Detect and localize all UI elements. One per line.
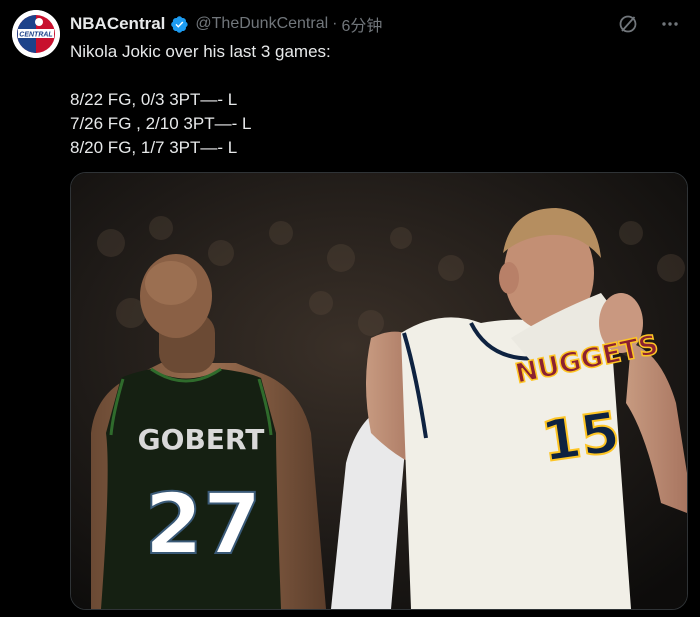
- more-icon[interactable]: [660, 14, 680, 34]
- right-jersey-number: 15: [538, 400, 624, 475]
- tweet-line: 7/26 FG , 2/10 3PT—- L: [70, 114, 252, 133]
- author-handle[interactable]: @TheDunkCentral: [195, 15, 328, 33]
- tweet-line: 8/20 FG, 1/7 3PT—- L: [70, 138, 238, 157]
- photo-illustration: GOBERT 27 NUGGETS 15: [71, 173, 687, 609]
- separator-dot: ·: [332, 15, 338, 32]
- avatar[interactable]: CENTRAL: [12, 10, 60, 58]
- left-jersey-number: 27: [145, 475, 262, 573]
- tweet-time[interactable]: 6分钟: [341, 12, 382, 36]
- tweet-line: Nikola Jokic over his last 3 games:: [70, 42, 331, 61]
- left-jersey-name: GOBERT: [138, 423, 265, 456]
- tweet-line: 8/22 FG, 0/3 3PT—- L: [70, 90, 238, 109]
- tweet[interactable]: CENTRAL NBACentral @TheDunkCentral · 6分钟: [0, 0, 700, 617]
- tweet-text: Nikola Jokic over his last 3 games: 8/22…: [70, 40, 670, 160]
- tweet-header: NBACentral @TheDunkCentral · 6分钟: [70, 12, 680, 36]
- verified-badge-icon: [171, 15, 189, 33]
- grok-icon[interactable]: [618, 14, 638, 34]
- avatar-logo-icon: CENTRAL: [12, 10, 60, 58]
- tweet-photo[interactable]: GOBERT 27 NUGGETS 15: [70, 172, 688, 610]
- avatar-label: CENTRAL: [19, 32, 52, 39]
- tweet-line: [70, 64, 670, 88]
- author-name[interactable]: NBACentral: [70, 14, 165, 34]
